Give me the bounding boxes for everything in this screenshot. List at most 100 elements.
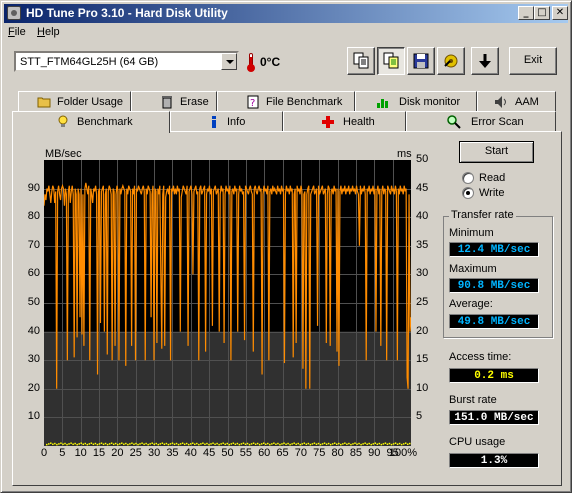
- access-time-point: [114, 442, 117, 445]
- access-time-point: [147, 443, 149, 446]
- x-tick: 5: [59, 447, 66, 459]
- access-time-point: [267, 442, 269, 445]
- access-time-point: [161, 442, 164, 444]
- access-time-point: [222, 442, 224, 444]
- access-time-point: [189, 443, 192, 445]
- tab-error-scan[interactable]: Error Scan: [406, 111, 556, 132]
- tab-erase[interactable]: Erase: [131, 91, 217, 112]
- options-icon: [444, 54, 458, 68]
- chevron-down-icon[interactable]: [221, 53, 237, 70]
- y-tick-left: 60: [27, 267, 40, 280]
- access-time-point: [402, 443, 405, 445]
- tab-label: Erase: [180, 96, 209, 108]
- access-time-point: [305, 443, 308, 446]
- menu-bar: File Help: [4, 24, 568, 42]
- access-time-point: [392, 443, 395, 445]
- access-time-point: [175, 442, 178, 445]
- access-time-point: [398, 442, 401, 445]
- access-time-point: [335, 443, 338, 446]
- y-tick-right: 10: [416, 381, 429, 394]
- start-button[interactable]: Start: [459, 141, 534, 163]
- close-button[interactable]: ✕: [552, 6, 568, 20]
- access-time-point: [102, 443, 105, 446]
- menu-help[interactable]: Help: [37, 26, 60, 38]
- access-time-point: [151, 442, 153, 444]
- access-time-point: [149, 443, 151, 445]
- options-button[interactable]: [437, 47, 465, 75]
- drive-select[interactable]: STT_FTM64GL25H (64 GB): [14, 51, 239, 72]
- access-time-point: [309, 443, 312, 446]
- write-radio[interactable]: [462, 187, 474, 199]
- write-radio-label: Write: [479, 187, 505, 199]
- download-button[interactable]: [471, 47, 499, 75]
- tab-folder-usage[interactable]: Folder Usage: [18, 91, 131, 112]
- access-time-point: [313, 442, 316, 444]
- menu-file[interactable]: File: [8, 26, 26, 38]
- access-time-point: [86, 443, 89, 446]
- access-time-point: [78, 443, 80, 445]
- access-time-point: [214, 443, 216, 446]
- read-radio[interactable]: [462, 172, 474, 184]
- tab-label: Disk monitor: [399, 96, 461, 108]
- access-time-point: [179, 443, 182, 445]
- access-time-point: [256, 442, 259, 445]
- access-time-point: [108, 443, 111, 445]
- magnifier-icon: [447, 115, 461, 129]
- tab-disk-monitor[interactable]: Disk monitor: [355, 91, 477, 112]
- access-time-point: [327, 442, 330, 445]
- access-time-point: [204, 443, 206, 446]
- access-time-point: [167, 443, 170, 446]
- access-time-point: [110, 442, 113, 444]
- copy-button[interactable]: [347, 47, 375, 75]
- save-icon: [413, 53, 429, 69]
- tab-file-benchmark[interactable]: ? File Benchmark: [217, 91, 355, 112]
- access-time-point: [400, 443, 403, 446]
- x-tick: 45: [203, 447, 216, 459]
- access-time-point: [277, 442, 279, 445]
- minimize-button[interactable]: _: [518, 6, 534, 20]
- access-time-point: [139, 443, 141, 445]
- access-time-point: [348, 442, 350, 445]
- access-time-point: [396, 443, 399, 446]
- tab-benchmark[interactable]: Benchmark: [12, 111, 170, 133]
- title-bar[interactable]: HD Tune Pro 3.10 - Hard Disk Utility _ □…: [4, 4, 568, 23]
- y-tick-right: 30: [416, 267, 429, 280]
- access-time-point: [230, 443, 233, 445]
- maximize-button[interactable]: □: [534, 6, 550, 20]
- tab-health[interactable]: Health: [283, 111, 406, 132]
- access-time-point: [262, 442, 265, 444]
- access-time-point: [269, 443, 271, 446]
- burst-rate-value: 151.0 MB/sec: [449, 410, 539, 425]
- average-label: Average:: [449, 298, 493, 310]
- x-tick: 100%: [388, 447, 418, 459]
- x-tick: 35: [166, 447, 179, 459]
- window-title: HD Tune Pro 3.10 - Hard Disk Utility: [26, 6, 228, 20]
- access-time-point: [165, 442, 168, 445]
- x-tick: 15: [92, 447, 106, 459]
- access-time-point: [181, 442, 184, 444]
- access-time-point: [226, 442, 228, 445]
- access-time-point: [283, 442, 285, 444]
- tab-label: AAM: [515, 96, 539, 108]
- transfer-rate-chart: [44, 160, 411, 446]
- red-cross-icon: [322, 116, 334, 128]
- copy-all-button[interactable]: [377, 47, 405, 75]
- access-time-point: [293, 442, 295, 444]
- exit-button[interactable]: Exit: [509, 47, 557, 75]
- access-time-point: [376, 443, 379, 446]
- access-time-point: [372, 443, 374, 445]
- access-time-point: [210, 443, 212, 445]
- access-time-point: [406, 443, 409, 446]
- tab-info[interactable]: Info: [170, 111, 283, 132]
- save-button[interactable]: [407, 47, 435, 75]
- y-tick-right: 45: [416, 181, 429, 194]
- access-time-point: [388, 442, 391, 445]
- access-time-point: [60, 442, 62, 444]
- tab-aam[interactable]: AAM: [477, 91, 556, 112]
- access-time-point: [123, 443, 125, 446]
- access-time-point: [155, 442, 158, 445]
- x-tick: 30: [147, 447, 161, 459]
- arrow-down-icon: [479, 54, 491, 68]
- access-time-point: [390, 443, 393, 446]
- access-time-point: [242, 442, 245, 444]
